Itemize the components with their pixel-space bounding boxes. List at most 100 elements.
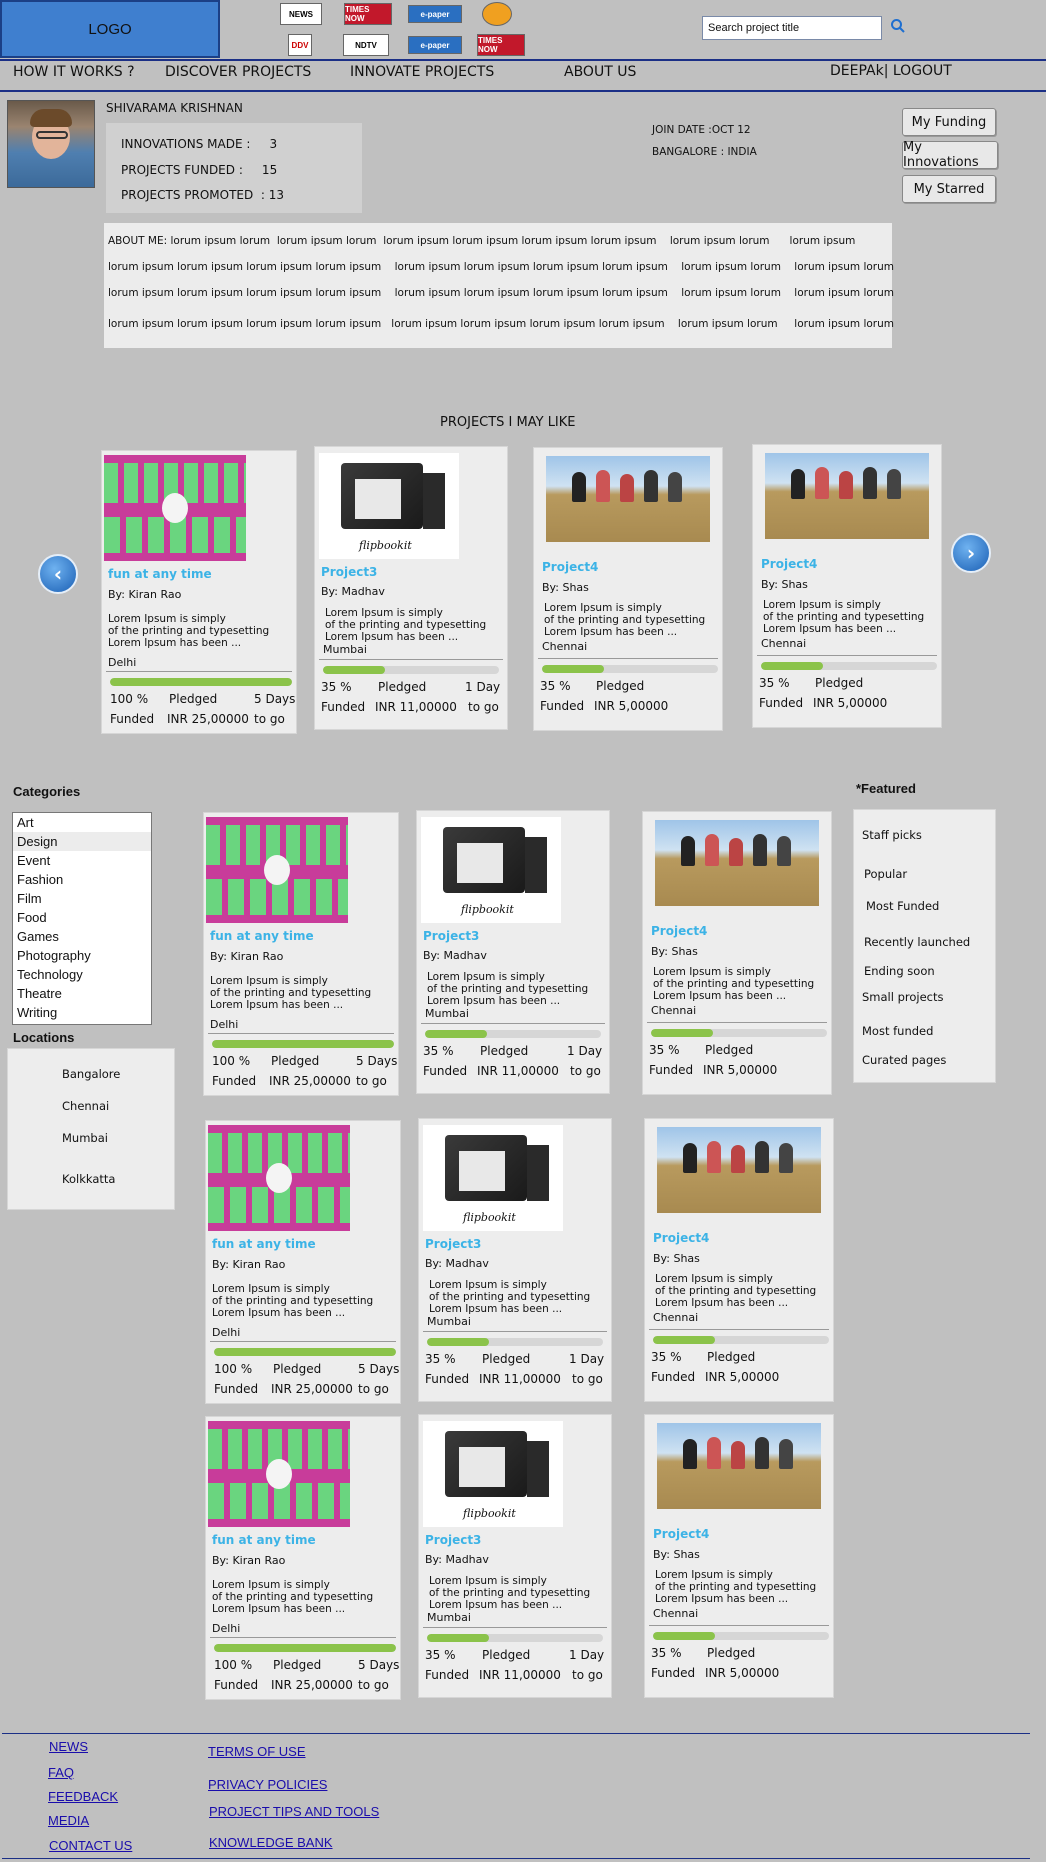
media-logo-epaper-2[interactable]: e-paper (408, 36, 462, 54)
card-divider (319, 659, 503, 660)
my-funding-button[interactable]: My Funding (902, 108, 996, 136)
categories-list[interactable]: Art Design Event Fashion Film Food Games… (12, 812, 152, 1025)
featured-item[interactable]: Recently launched (864, 935, 970, 949)
category-item[interactable]: Fashion (13, 870, 151, 889)
project-card[interactable]: flipbookit Project3 By: Madhav Lorem Ips… (416, 810, 610, 1094)
project-title[interactable]: fun at any time (210, 929, 314, 943)
desc-line: Lorem Ipsum has been ... (210, 999, 344, 1011)
category-item[interactable]: Photography (13, 946, 151, 965)
nav-innovate-projects[interactable]: INNOVATE PROJECTS (350, 64, 494, 80)
project-title[interactable]: Project4 (651, 924, 707, 938)
nav-discover-projects[interactable]: DISCOVER PROJECTS (165, 64, 311, 80)
featured-title: *Featured (856, 781, 916, 796)
footer-link-tips[interactable]: PROJECT TIPS AND TOOLS (209, 1804, 379, 1819)
footer-link-contact[interactable]: CONTACT US (49, 1838, 132, 1853)
project-title[interactable]: Project4 (653, 1231, 709, 1245)
nav-how-it-works[interactable]: HOW IT WORKS ? (13, 64, 135, 80)
nav-about-us[interactable]: ABOUT US (564, 64, 636, 80)
search-icon[interactable] (890, 18, 906, 34)
project-title[interactable]: Project3 (423, 929, 479, 943)
project-card[interactable]: Project4 By: Shas Lorem Ipsum is simply … (644, 1118, 834, 1402)
desc-line: of the printing and typesetting (655, 1581, 817, 1593)
stat-pct: 35 % Funded (425, 1349, 469, 1389)
site-logo[interactable]: LOGO (0, 0, 220, 58)
category-item[interactable]: Theatre (13, 984, 151, 1003)
category-item[interactable]: Writing (13, 1003, 151, 1022)
project-card[interactable]: Project4 By: Shas Lorem Ipsum is simply … (642, 811, 832, 1095)
project-title[interactable]: Project3 (425, 1237, 481, 1251)
project-card[interactable]: fun at any time By: Kiran Rao Lorem Ipsu… (205, 1120, 401, 1404)
media-logo-timesnow[interactable]: TIMES NOW (344, 3, 392, 25)
location-item[interactable]: Mumbai (62, 1131, 108, 1145)
card-divider (210, 1637, 396, 1638)
project-title[interactable]: Project4 (653, 1527, 709, 1541)
category-item[interactable]: Food (13, 908, 151, 927)
nav-top-divider (0, 59, 1046, 61)
project-title[interactable]: fun at any time (108, 567, 212, 581)
project-card[interactable]: fun at any time By: Kiran Rao Lorem Ipsu… (205, 1416, 401, 1700)
stat-pledged: Pledged INR 25,00000 (271, 1655, 353, 1695)
featured-item[interactable]: Most funded (862, 1024, 933, 1038)
media-logo-badge[interactable] (482, 2, 512, 26)
project-card[interactable]: fun at any time By: Kiran Rao Lorem Ipsu… (203, 812, 399, 1096)
project-title[interactable]: Project4 (542, 560, 598, 574)
location-item[interactable]: Kolkkatta (62, 1172, 115, 1186)
carousel-next-button[interactable]: › (951, 533, 991, 573)
project-title[interactable]: Project3 (425, 1533, 481, 1547)
project-title[interactable]: fun at any time (212, 1237, 316, 1251)
category-item[interactable]: Games (13, 927, 151, 946)
days-to-go: to go (572, 1372, 603, 1386)
featured-item[interactable]: Popular (864, 867, 907, 881)
pledged-label: Pledged (596, 679, 645, 693)
footer-link-privacy[interactable]: PRIVACY POLICIES (208, 1777, 327, 1792)
media-logo-epaper[interactable]: e-paper (408, 5, 462, 23)
user-avatar (7, 100, 95, 188)
category-item[interactable]: Technology (13, 965, 151, 984)
footer-link-knowledge[interactable]: KNOWLEDGE BANK (209, 1835, 333, 1850)
progress-bar (212, 1040, 394, 1048)
featured-item[interactable]: Curated pages (862, 1053, 946, 1067)
featured-item[interactable]: Small projects (862, 990, 944, 1004)
days-left: 5 Days (254, 692, 296, 706)
media-logo-ddv[interactable]: DDV (288, 34, 312, 56)
media-logo-news[interactable]: NEWS (280, 3, 322, 25)
project-card[interactable]: Project4 By: Shas Lorem Ipsum is simply … (752, 444, 942, 728)
pct-value: 35 % (649, 1043, 680, 1057)
location-item[interactable]: Bangalore (62, 1067, 120, 1081)
my-starred-button[interactable]: My Starred (902, 175, 996, 203)
category-item[interactable]: Film (13, 889, 151, 908)
footer-link-faq[interactable]: FAQ (48, 1765, 74, 1780)
category-item[interactable]: Event (13, 851, 151, 870)
project-card[interactable]: flipbookit Project3 By: Madhav Lorem Ips… (418, 1414, 612, 1698)
footer-link-terms[interactable]: TERMS OF USE (208, 1744, 306, 1759)
project-title[interactable]: Project4 (761, 557, 817, 571)
media-logo-timesnow-2[interactable]: TIMES NOW (477, 34, 525, 56)
project-card[interactable]: flipbookit Project3 By: Madhav Lorem Ips… (314, 446, 508, 730)
category-item[interactable]: Art (13, 813, 151, 832)
card-divider (423, 1331, 607, 1332)
footer-link-media[interactable]: MEDIA (48, 1813, 89, 1828)
project-card[interactable]: fun at any time By: Kiran Rao Lorem Ipsu… (101, 450, 297, 734)
project-title[interactable]: fun at any time (212, 1533, 316, 1547)
category-item-selected[interactable]: Design (13, 832, 151, 851)
project-card[interactable]: Project4 By: Shas Lorem Ipsum is simply … (644, 1414, 834, 1698)
featured-item[interactable]: Most Funded (866, 899, 939, 913)
nav-user-logout[interactable]: DEEPAk| LOGOUT (830, 63, 952, 79)
pledged-label: Pledged (480, 1044, 529, 1058)
desc-line: Lorem Ipsum is simply (429, 1279, 547, 1291)
days-to-go: to go (572, 1668, 603, 1682)
location-item[interactable]: Chennai (62, 1099, 109, 1113)
footer-link-feedback[interactable]: FEEDBACK (48, 1789, 118, 1804)
featured-item[interactable]: Staff picks (862, 828, 922, 842)
footer-link-news[interactable]: NEWS (49, 1739, 88, 1754)
project-title[interactable]: Project3 (321, 565, 377, 579)
project-card[interactable]: Project4 By: Shas Lorem Ipsum is simply … (533, 447, 723, 731)
carousel-prev-button[interactable]: ‹ (38, 554, 78, 594)
media-logo-ndtv[interactable]: NDTV (343, 34, 389, 56)
my-innovations-button[interactable]: My Innovations (902, 140, 998, 170)
featured-item[interactable]: Ending soon (864, 964, 935, 978)
search-input[interactable]: Search project title (702, 16, 882, 40)
project-card[interactable]: flipbookit Project3 By: Madhav Lorem Ips… (418, 1118, 612, 1402)
arrow-right-icon: › (966, 541, 976, 565)
desc-line: Lorem Ipsum has been ... (544, 626, 678, 638)
